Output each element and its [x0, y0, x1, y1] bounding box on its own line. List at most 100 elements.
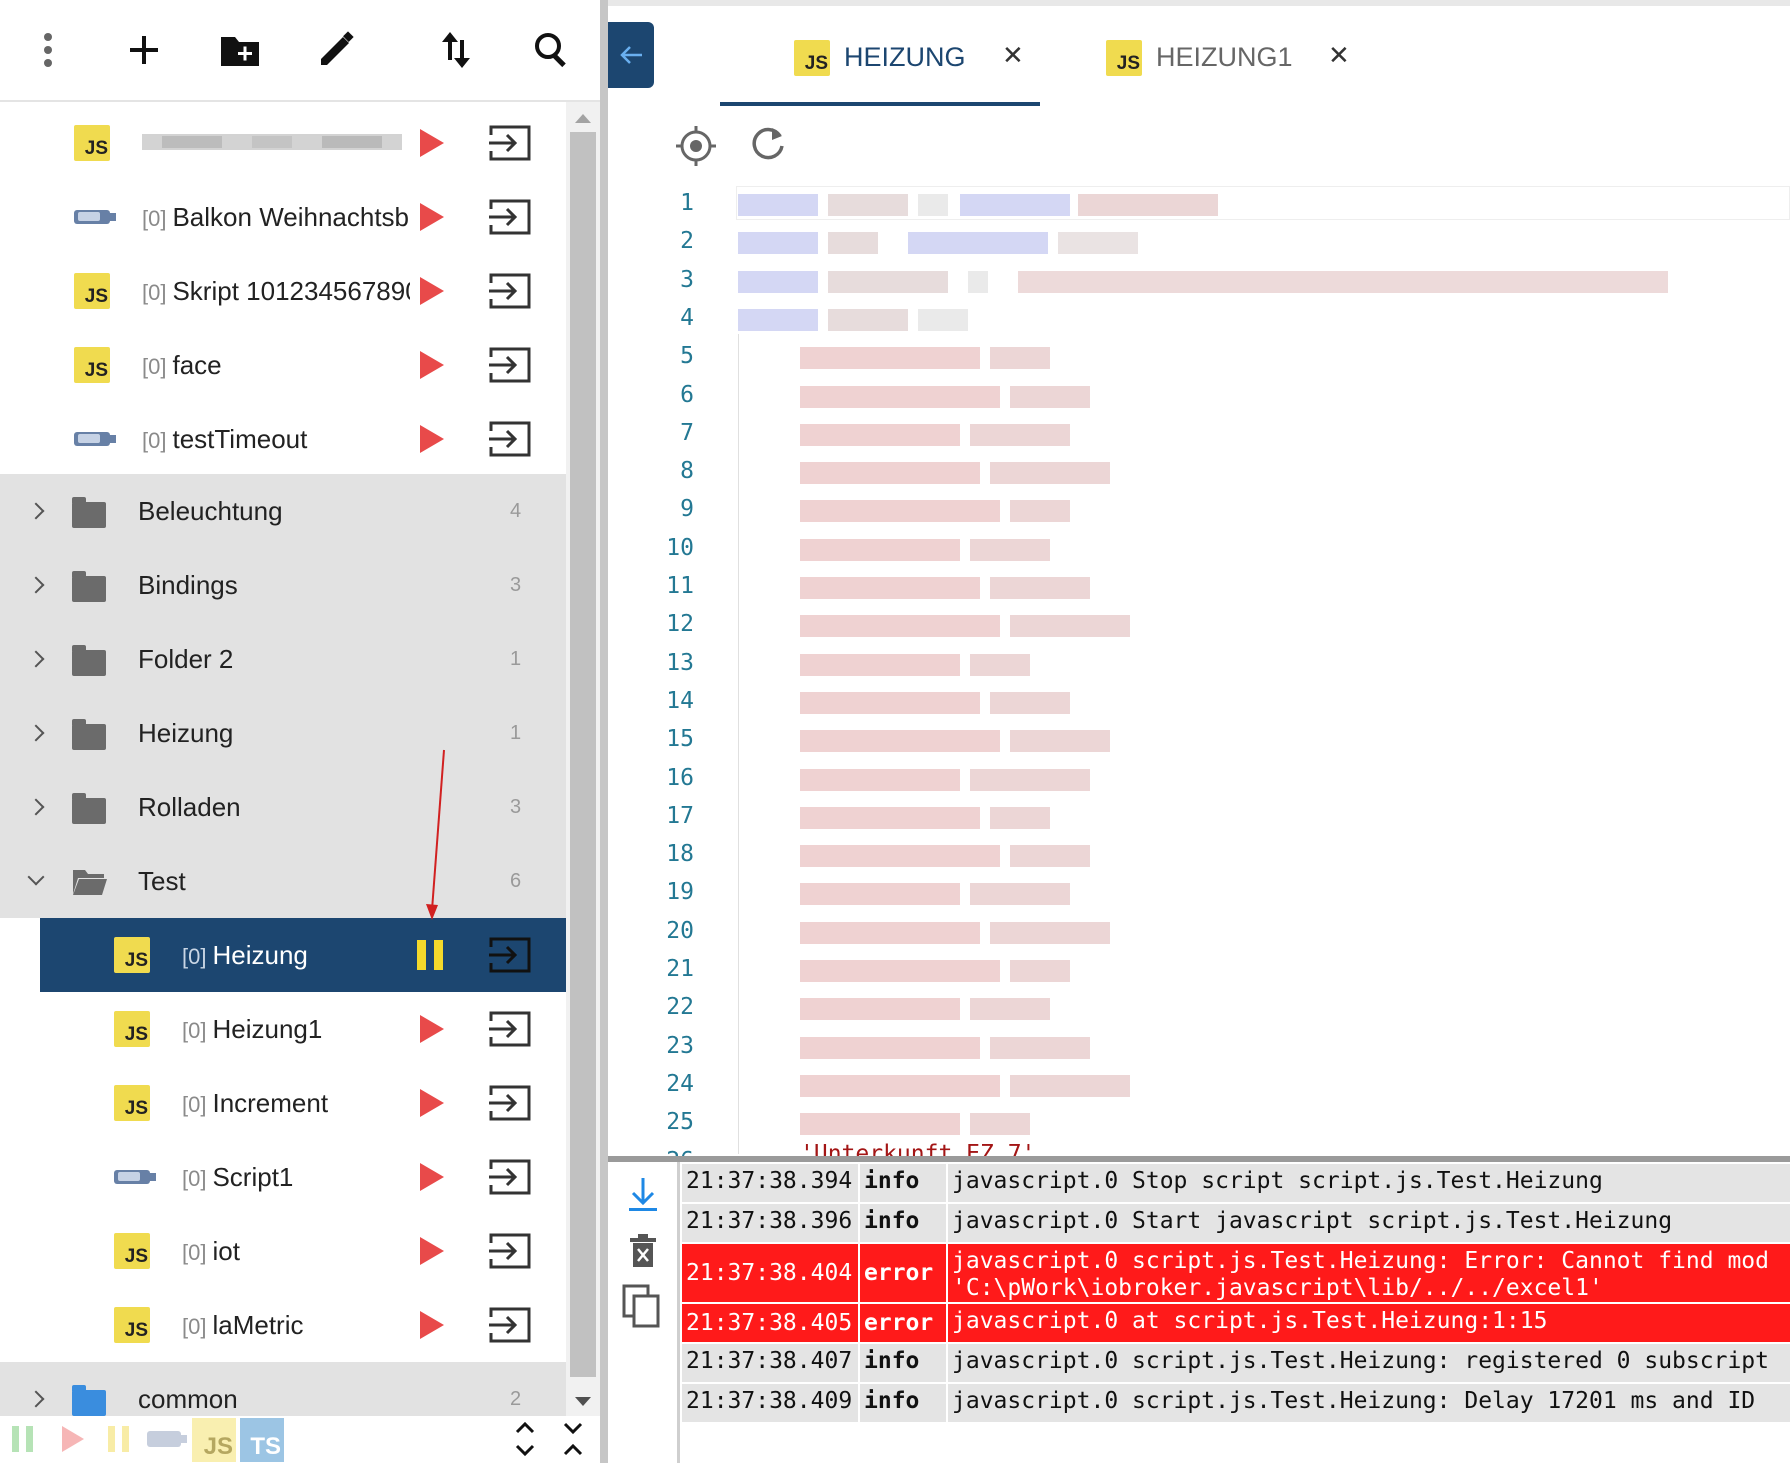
open-script-icon[interactable]: [487, 197, 533, 237]
list-item[interactable]: JS: [0, 106, 566, 180]
pause-icon[interactable]: [417, 940, 443, 970]
blurred-code: [738, 270, 818, 293]
scroll-thumb[interactable]: [570, 132, 596, 1377]
js-file-icon: JS: [114, 937, 150, 973]
list-item[interactable]: JS [0] Increment: [0, 1066, 566, 1140]
chevron-right-icon[interactable]: [27, 798, 45, 816]
log-time: 21:37:38.405: [682, 1304, 858, 1342]
js-file-icon: JS: [114, 1233, 150, 1269]
folder-count: 4: [510, 500, 522, 522]
tree-scrollbar[interactable]: [566, 102, 600, 1416]
tab-heizung1[interactable]: JS HEIZUNG1 ✕: [1106, 12, 1376, 108]
copy-icon[interactable]: [622, 1284, 662, 1328]
js-file-icon: JS: [114, 1085, 150, 1121]
play-icon[interactable]: [420, 351, 444, 379]
back-button[interactable]: [608, 22, 654, 88]
ts-filter-icon[interactable]: TS: [240, 1418, 284, 1462]
locate-icon[interactable]: [674, 124, 718, 168]
line-number: 17: [666, 802, 694, 829]
list-item[interactable]: JS [0] iot: [0, 1214, 566, 1288]
code-editor[interactable]: 1 2 3 4 5 6 7 8 9 10 11 12 13 14 15 16 17 18 19 20 21 22 23 24 2…: [608, 186, 1790, 1156]
folder-common[interactable]: common 2: [0, 1362, 566, 1416]
search-icon[interactable]: [524, 22, 580, 78]
chevron-right-icon[interactable]: [27, 502, 45, 520]
open-script-icon[interactable]: [487, 1157, 533, 1197]
play-filter-icon[interactable]: [60, 1424, 86, 1454]
play-icon[interactable]: [420, 1163, 444, 1191]
folder-beleuchtung[interactable]: Beleuchtung 4: [0, 474, 566, 548]
chevron-right-icon[interactable]: [27, 1390, 45, 1408]
expand-icon[interactable]: [512, 1420, 538, 1458]
close-icon[interactable]: ✕: [1328, 40, 1350, 71]
blurred-code: [990, 1036, 1090, 1059]
refresh-icon[interactable]: [748, 124, 788, 164]
list-item[interactable]: JS [0] laMetric: [0, 1288, 566, 1362]
delete-icon[interactable]: [628, 1234, 658, 1268]
open-script-icon[interactable]: [487, 1305, 533, 1345]
list-item-selected[interactable]: JS [0] Heizung: [40, 918, 566, 992]
chevron-down-icon[interactable]: [27, 868, 45, 886]
folder-test[interactable]: Test 6: [0, 844, 566, 918]
log-time: 21:37:38.409: [682, 1384, 858, 1422]
panel-divider[interactable]: [600, 0, 608, 1463]
list-item[interactable]: JS [0] face: [0, 328, 566, 402]
blurred-code: [800, 577, 980, 599]
play-icon[interactable]: [420, 1237, 444, 1265]
list-item[interactable]: [0] Balkon Weihnachtsb: [0, 180, 566, 254]
chevron-right-icon[interactable]: [27, 650, 45, 668]
play-icon[interactable]: [420, 129, 444, 157]
log-message: javascript.0 script.js.Test.Heizung: reg…: [948, 1344, 1790, 1382]
folder-rolladen[interactable]: Rolladen 3: [0, 770, 566, 844]
open-script-icon[interactable]: [487, 271, 533, 311]
play-icon[interactable]: [420, 1015, 444, 1043]
folder-folder-2[interactable]: Folder 2 1: [0, 622, 566, 696]
folder-heizung[interactable]: Heizung 1: [0, 696, 566, 770]
create-new-folder-icon[interactable]: [212, 22, 268, 78]
pause-filter-icon[interactable]: [10, 1424, 36, 1454]
close-icon[interactable]: ✕: [1002, 40, 1024, 71]
blurred-code: [738, 308, 818, 331]
blockly-filter-icon[interactable]: [146, 1430, 188, 1448]
folder-count: 1: [510, 722, 522, 744]
blurred-code: [800, 1074, 1000, 1097]
play-icon[interactable]: [420, 203, 444, 231]
play-icon[interactable]: [420, 277, 444, 305]
chevron-right-icon[interactable]: [27, 724, 45, 742]
sort-arrows-icon[interactable]: [428, 22, 484, 78]
open-script-icon[interactable]: [487, 1009, 533, 1049]
list-item[interactable]: [0] testTimeout: [0, 402, 566, 476]
open-script-icon[interactable]: [487, 419, 533, 459]
js-file-icon: JS: [794, 40, 830, 76]
play-icon[interactable]: [420, 425, 444, 453]
blurred-code: [990, 577, 1090, 599]
open-script-icon[interactable]: [487, 935, 533, 975]
folder-label: Heizung: [138, 718, 234, 748]
list-item[interactable]: [0] Script1: [0, 1140, 566, 1214]
chevron-right-icon[interactable]: [27, 576, 45, 594]
scroll-up-icon[interactable]: [575, 114, 591, 123]
list-item[interactable]: JS [0] Skript 101234567890: [0, 254, 566, 328]
folder-bindings[interactable]: Bindings 3: [0, 548, 566, 622]
open-script-icon[interactable]: [487, 1231, 533, 1271]
tab-heizung[interactable]: JS HEIZUNG ✕: [794, 12, 1064, 108]
open-script-icon[interactable]: [487, 1083, 533, 1123]
play-icon[interactable]: [420, 1089, 444, 1117]
play-icon[interactable]: [420, 1311, 444, 1339]
plus-icon[interactable]: [116, 22, 172, 78]
scroll-down-icon[interactable]: [575, 1397, 591, 1406]
blurred-code: [800, 691, 980, 714]
scroll-to-bottom-icon[interactable]: [626, 1176, 660, 1214]
open-script-icon[interactable]: [487, 345, 533, 385]
open-script-icon[interactable]: [487, 123, 533, 163]
pencil-icon[interactable]: [308, 22, 364, 78]
more-vert-icon[interactable]: [20, 22, 76, 78]
blurred-code: [800, 768, 960, 791]
js-file-icon: JS: [74, 273, 110, 309]
line-number: 2: [680, 228, 694, 255]
collapse-icon[interactable]: [560, 1420, 586, 1458]
blurred-code: [800, 960, 1000, 982]
log-row: 21:37:38.405 error javascript.0 at script.…: [682, 1304, 1790, 1342]
pause-yellow-filter-icon[interactable]: [106, 1424, 132, 1454]
list-item[interactable]: JS [0] Heizung1: [0, 992, 566, 1066]
js-filter-icon[interactable]: JS: [192, 1418, 236, 1462]
